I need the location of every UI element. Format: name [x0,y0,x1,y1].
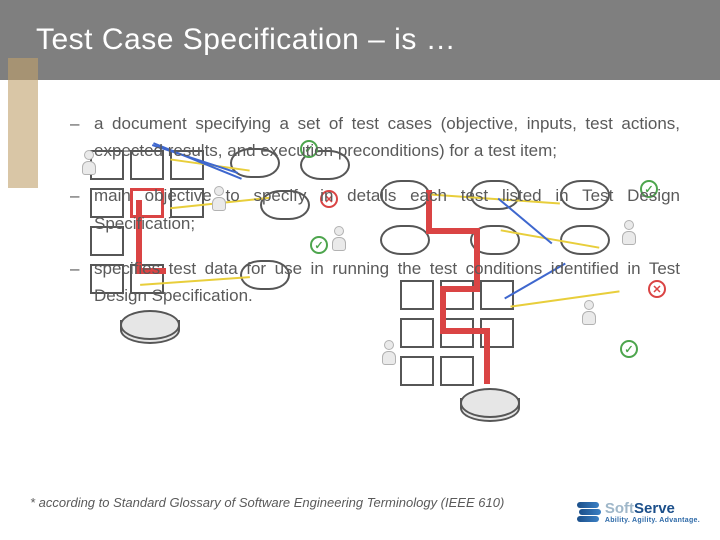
bullet-text: specifies test data for use in running t… [94,255,680,309]
bullet-dash: – [70,110,94,164]
bullet-item: – a document specifying a set of test ca… [70,110,680,164]
logo-name: SoftServe [605,500,700,517]
slide-title: Test Case Specification – is … [36,23,456,57]
softserve-logo: SoftServe Ability. Agility. Advantage. [577,500,700,524]
slide-header: Test Case Specification – is … [0,0,720,80]
logo-tagline: Ability. Agility. Advantage. [605,517,700,524]
footnote: * according to Standard Glossary of Soft… [30,495,504,510]
bullet-text: main objective to specify in details eac… [94,182,680,236]
bullet-dash: – [70,182,94,236]
logo-s-icon [577,502,599,522]
bullet-list: – a document specifying a set of test ca… [70,110,680,327]
bullet-item: – specifies test data for use in running… [70,255,680,309]
accent-bar [8,58,38,188]
logo-text: SoftServe Ability. Agility. Advantage. [605,500,700,524]
bullet-dash: – [70,255,94,309]
bullet-text: a document specifying a set of test case… [94,110,680,164]
bullet-item: – main objective to specify in details e… [70,182,680,236]
